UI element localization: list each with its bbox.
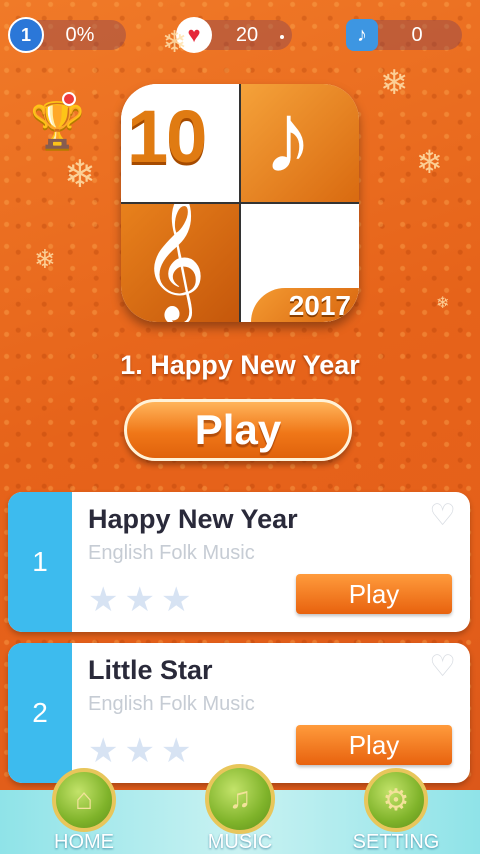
star-icon: ★ (88, 732, 125, 770)
logo-tile-note: ♪ (241, 84, 359, 202)
hearts-counter[interactable]: ♥ 20 (176, 17, 292, 53)
trophy-button[interactable]: 🏆 (30, 92, 85, 152)
status-bar: 1 0% ♥ 20 ♪ 0 (0, 0, 480, 72)
star-icon: ★ (160, 581, 198, 619)
bottom-nav: ⌂ HOME ♫ MUSIC ⚙ SETTING (0, 764, 480, 854)
trophy-icon: 🏆 (30, 101, 85, 150)
song-artist: English Folk Music (88, 542, 255, 564)
nav-home-label: HOME (54, 831, 114, 853)
star-rating: ★★★ (88, 580, 197, 620)
nav-setting-tab[interactable]: ⚙ SETTING (336, 768, 456, 854)
logo-number: 10 (127, 95, 207, 178)
notes-counter[interactable]: ♪ 0 (346, 19, 462, 51)
song-name: Happy New Year (88, 504, 298, 534)
progress-value: 0% (65, 23, 95, 46)
nav-home-tab[interactable]: ⌂ HOME (24, 768, 144, 854)
snowflake-icon: ❄ (162, 26, 188, 59)
nav-music-label: MUSIC (207, 831, 273, 853)
song-play-button[interactable]: Play (296, 725, 452, 765)
featured-song-title: 1. Happy New Year (120, 350, 360, 380)
song-index: 1 (8, 492, 72, 632)
favorite-heart-icon[interactable]: ♡ (429, 649, 456, 684)
logo-tile-number: 10 (121, 84, 239, 202)
logo-tile-clef: 𝄞 (121, 195, 239, 322)
notes-value: 0 (411, 23, 423, 46)
song-name: Little Star (88, 655, 213, 685)
song-index: 2 (8, 643, 72, 783)
star-icon: ★ (124, 732, 161, 770)
song-card[interactable]: 1 Happy New Year English Folk Music ★★★ … (8, 492, 470, 632)
snowflake-icon: ❄ (64, 154, 96, 196)
favorite-heart-icon[interactable]: ♡ (429, 498, 456, 533)
nav-setting-label: SETTING (352, 831, 440, 853)
logo-tile-year: 2017 (241, 204, 359, 322)
gear-icon: ⚙ (364, 768, 428, 832)
main-play-button[interactable]: Play (124, 399, 352, 461)
eighth-note-icon: ♪ (263, 84, 313, 194)
song-artist: English Folk Music (88, 693, 255, 715)
home-icon: ⌂ (52, 768, 116, 832)
hearts-value: 20 (235, 23, 259, 46)
song-card[interactable]: 2 Little Star English Folk Music ★★★ ♡ P… (8, 643, 470, 783)
star-icon: ★ (160, 732, 198, 770)
game-logo: 10 ♪ 𝄞 2017 (121, 84, 359, 322)
star-icon: ★ (124, 581, 161, 619)
snowflake-icon: ❄ (416, 144, 443, 180)
snowflake-icon: ❄ (380, 64, 409, 102)
logo-year: 2017 (251, 288, 359, 322)
separator-dot (280, 35, 284, 39)
star-rating: ★★★ (88, 731, 197, 771)
music-note-icon: ♫ (205, 764, 275, 834)
snowflake-icon: ❄ (436, 295, 450, 312)
level-progress: 1 0% (8, 17, 126, 53)
notification-badge (62, 92, 76, 106)
nav-music-tab[interactable]: ♫ MUSIC (180, 764, 300, 854)
snowflake-icon: ❄ (34, 244, 56, 274)
treble-clef-icon: 𝄞 (141, 195, 207, 318)
star-icon: ★ (88, 581, 125, 619)
song-play-button[interactable]: Play (296, 574, 452, 614)
logo-divider (121, 202, 359, 204)
